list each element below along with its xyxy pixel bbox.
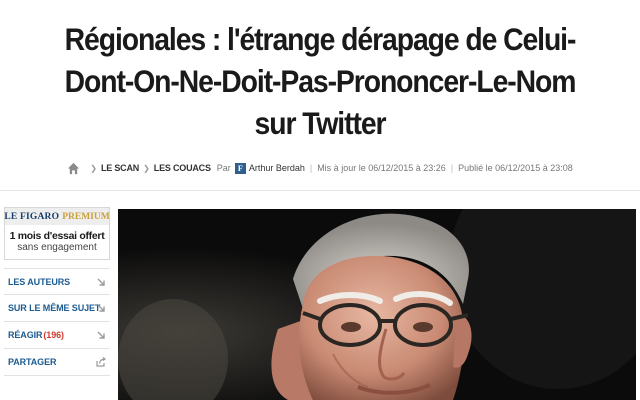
premium-brand: LE FIGARO [4,211,60,222]
section-divider [0,190,640,191]
home-icon[interactable] [67,162,80,175]
sidebar-item-label: RÉAGIR [8,330,43,340]
article-title: Régionales : l'étrange dérapage de Celui… [64,21,577,141]
premium-offer-box[interactable]: LE FIGARO PREMIUM 1 mois d'essai offert … [4,207,110,260]
breadcrumb-item-les-couacs[interactable]: LES COUACS [154,163,211,173]
comment-count: (196) [43,330,64,340]
author-logo-icon: F [234,162,246,174]
article-sidebar: LE FIGARO PREMIUM 1 mois d'essai offert … [4,207,110,376]
arrow-down-right-icon [97,331,105,339]
sidebar-menu: LES AUTEURS SUR LE MÊME SUJET RÉAGIR (19… [4,268,110,376]
arrow-down-right-icon [97,304,105,312]
sidebar-item-partager[interactable]: PARTAGER [4,349,110,376]
published-date: Publié le 06/12/2015 à 23:08 [458,163,573,173]
divider: | [309,163,313,173]
sidebar-item-auteurs[interactable]: LES AUTEURS [4,268,110,295]
premium-logo: LE FIGARO PREMIUM [4,208,110,225]
breadcrumb: ❯ LE SCAN ❯ LES COUACS Par F Arthur Berd… [0,160,640,176]
breadcrumb-item-le-scan[interactable]: LE SCAN [101,163,139,173]
sidebar-item-label: PARTAGER [8,357,57,367]
chevron-right-icon: ❯ [90,163,97,173]
divider: | [450,163,454,173]
byline-label: Par [216,163,231,173]
updated-date: Mis à jour le 06/12/2015 à 23:26 [317,163,446,173]
share-icon [96,357,106,367]
premium-offer-text: 1 mois d'essai offert [9,230,105,242]
sidebar-item-label: LES AUTEURS [8,276,71,287]
premium-tier: PREMIUM [62,211,110,222]
article-photo [118,209,636,400]
arrow-down-right-icon [97,278,105,286]
sidebar-item-meme-sujet[interactable]: SUR LE MÊME SUJET [4,295,110,322]
author-link[interactable]: Arthur Berdah [249,163,305,173]
premium-offer-subtext: sans engagement [17,242,97,253]
chevron-right-icon: ❯ [143,163,150,173]
sidebar-item-label: SUR LE MÊME SUJET [8,303,101,313]
sidebar-item-reagir[interactable]: RÉAGIR (196) [4,322,110,349]
article-photo-portrait [118,209,636,400]
